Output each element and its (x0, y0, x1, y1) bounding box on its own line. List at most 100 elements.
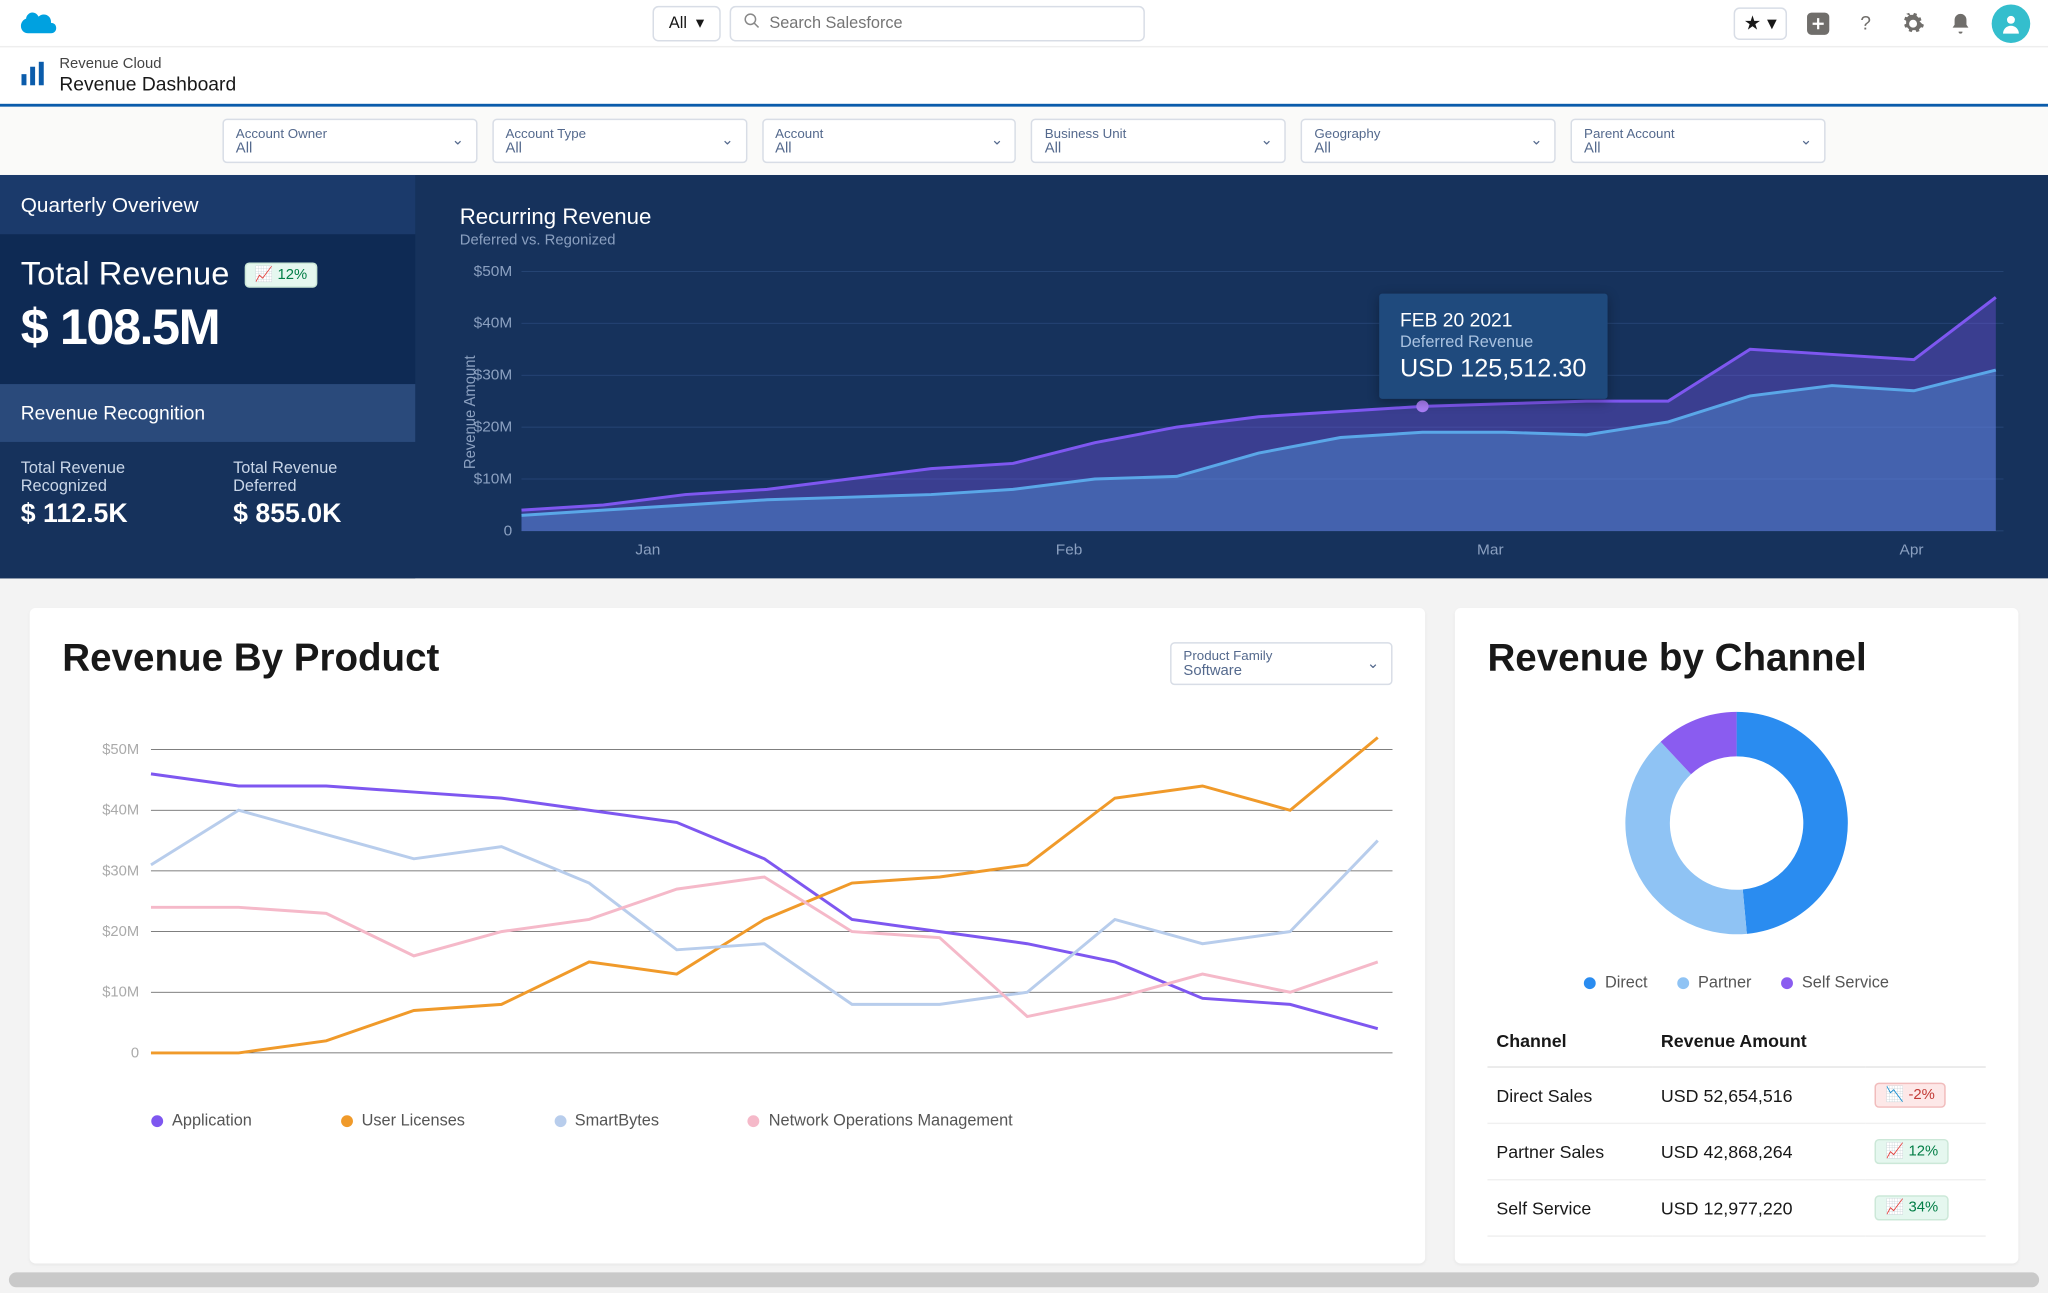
metric-recognized-label: Total Revenue Recognized (21, 460, 204, 496)
quarterly-overview-label: Quarterly Overivew (0, 175, 415, 234)
svg-text:$30M: $30M (474, 367, 513, 384)
page-header: Revenue Cloud Revenue Dashboard (0, 47, 2048, 106)
filter-account[interactable]: AccountAll⌄ (762, 119, 1017, 163)
search-scope-dropdown[interactable]: All ▾ (653, 5, 721, 41)
recurring-revenue-chart[interactable]: 0 $10M $20M $30M $40M $50M Revenue Amount Jan Fe… (460, 264, 2004, 561)
svg-text:$50M: $50M (102, 742, 139, 758)
trend-badge: 📈 34% (1875, 1195, 1948, 1220)
table-row: Direct SalesUSD 52,654,516📉 -2% (1487, 1067, 1985, 1123)
svg-text:$20M: $20M (474, 419, 513, 436)
search-input[interactable] (769, 14, 1131, 32)
col-amount: Revenue Amount (1652, 1016, 1866, 1067)
caret-down-icon: ▾ (1767, 11, 1777, 35)
total-revenue-card: Total Revenue 📈 12% $ 108.5M (0, 234, 415, 384)
chevron-down-icon: ⌄ (1367, 655, 1379, 671)
chevron-down-icon: ⌄ (1800, 133, 1812, 149)
recurring-chart-subtitle: Deferred vs. Regonized (460, 233, 2004, 249)
trend-up-icon: 📈 (1886, 1200, 1904, 1216)
filter-value: Software (1183, 663, 1379, 679)
app-name: Revenue Cloud (59, 56, 236, 72)
filter-geography[interactable]: GeographyAll⌄ (1301, 119, 1556, 163)
filter-label: Product Family (1183, 648, 1379, 663)
chevron-down-icon: ⌄ (451, 133, 463, 149)
svg-text:$40M: $40M (102, 803, 139, 819)
svg-text:0: 0 (504, 523, 513, 540)
svg-text:$10M: $10M (474, 471, 513, 488)
metric-deferred-value: $ 855.0K (233, 498, 394, 529)
hero-section: Quarterly Overivew Total Revenue 📈 12% $… (0, 175, 2048, 578)
revenue-by-product-card: Revenue By Product Product Family Softwa… (30, 608, 1426, 1263)
legend-item[interactable]: Network Operations Management (748, 1112, 1013, 1130)
col-channel: Channel (1487, 1016, 1652, 1067)
svg-text:$50M: $50M (474, 264, 513, 280)
tooltip-series: Deferred Revenue (1400, 334, 1586, 352)
svg-text:Jan: Jan (635, 542, 660, 559)
favorites-button[interactable]: ★ ▾ (1733, 7, 1787, 40)
metric-deferred-label: Total Revenue Deferred (233, 460, 394, 496)
product-family-filter[interactable]: Product Family Software ⌄ (1170, 642, 1392, 685)
filter-parent-account[interactable]: Parent AccountAll⌄ (1571, 119, 1826, 163)
search-icon (743, 12, 761, 34)
channel-donut-chart[interactable]: Direct Partner Self Service (1487, 690, 1985, 993)
product-legend: Application User Licenses SmartBytes Networ… (62, 1112, 1392, 1130)
svg-text:Mar: Mar (1477, 542, 1504, 559)
hero-sidebar: Quarterly Overivew Total Revenue 📈 12% $… (0, 175, 415, 578)
total-revenue-value: $ 108.5M (21, 300, 395, 358)
svg-text:$30M: $30M (102, 863, 139, 879)
legend-item[interactable]: Direct (1584, 974, 1647, 992)
hero-chart-panel: Recurring Revenue Deferred vs. Regonized… (415, 175, 2048, 578)
channel-chart-title: Revenue by Channel (1487, 635, 1985, 681)
legend-item[interactable]: Application (151, 1112, 252, 1130)
page-title: Revenue Dashboard (59, 73, 236, 95)
product-chart[interactable]: 0$10M$20M$30M$40M$50M (62, 712, 1392, 1098)
trend-badge: 📉 -2% (1875, 1083, 1945, 1108)
dashboard-icon (18, 59, 48, 93)
chart-tooltip: FEB 20 2021 Deferred Revenue USD 125,512… (1379, 294, 1607, 399)
star-icon: ★ (1744, 11, 1761, 35)
channel-table: Channel Revenue Amount Direct SalesUSD 5… (1487, 1016, 1985, 1237)
trend-down-icon: 📉 (1886, 1087, 1904, 1103)
svg-text:0: 0 (131, 1045, 139, 1061)
legend-item[interactable]: User Licenses (341, 1112, 465, 1130)
table-row: Self ServiceUSD 12,977,220📈 34% (1487, 1180, 1985, 1236)
svg-text:$40M: $40M (474, 315, 513, 332)
chevron-down-icon: ⌄ (1530, 133, 1542, 149)
legend-item[interactable]: SmartBytes (554, 1112, 659, 1130)
filter-account-owner[interactable]: Account OwnerAll⌄ (222, 119, 477, 163)
help-icon[interactable]: ? (1849, 7, 1882, 40)
salesforce-cloud-icon (18, 6, 60, 40)
trend-up-icon: 📈 (255, 266, 273, 282)
svg-text:Feb: Feb (1056, 542, 1083, 559)
add-icon[interactable] (1802, 7, 1835, 40)
gear-icon[interactable] (1897, 7, 1930, 40)
total-revenue-label: Total Revenue (21, 255, 230, 294)
trend-value: 12% (277, 266, 307, 282)
trend-badge: 📈 12% (1875, 1139, 1948, 1164)
svg-text:Revenue Amount: Revenue Amount (462, 355, 479, 469)
trend-badge: 📈 12% (244, 262, 317, 287)
search-scope-label: All (669, 14, 687, 32)
bell-icon[interactable] (1944, 7, 1977, 40)
legend-item[interactable]: Partner (1677, 974, 1751, 992)
tooltip-value: USD 125,512.30 (1400, 354, 1586, 384)
trend-up-icon: 📈 (1886, 1143, 1904, 1159)
global-header: All ▾ ★ ▾ ? (0, 0, 2048, 47)
chevron-down-icon: ⌄ (721, 133, 733, 149)
svg-text:$10M: $10M (102, 985, 139, 1001)
filters-bar: Account OwnerAll⌄ Account TypeAll⌄ Account… (0, 107, 2048, 175)
table-row: Partner SalesUSD 42,868,264📈 12% (1487, 1123, 1985, 1179)
user-avatar[interactable] (1992, 4, 2031, 43)
revenue-recognition-tab[interactable]: Revenue Recognition (0, 384, 415, 442)
caret-down-icon: ▾ (696, 13, 704, 32)
channel-legend: Direct Partner Self Service (1584, 974, 1889, 992)
global-search[interactable] (729, 5, 1144, 41)
svg-text:Apr: Apr (1900, 542, 1924, 559)
recurring-chart-title: Recurring Revenue (460, 205, 2004, 230)
revenue-by-channel-card: Revenue by Channel Direct Partner Self Ser… (1455, 608, 2019, 1263)
legend-item[interactable]: Self Service (1781, 974, 1889, 992)
metric-recognized-value: $ 112.5K (21, 498, 204, 529)
chevron-down-icon: ⌄ (991, 133, 1003, 149)
chevron-down-icon: ⌄ (1260, 133, 1272, 149)
filter-business-unit[interactable]: Business UnitAll⌄ (1031, 119, 1286, 163)
filter-account-type[interactable]: Account TypeAll⌄ (492, 119, 747, 163)
